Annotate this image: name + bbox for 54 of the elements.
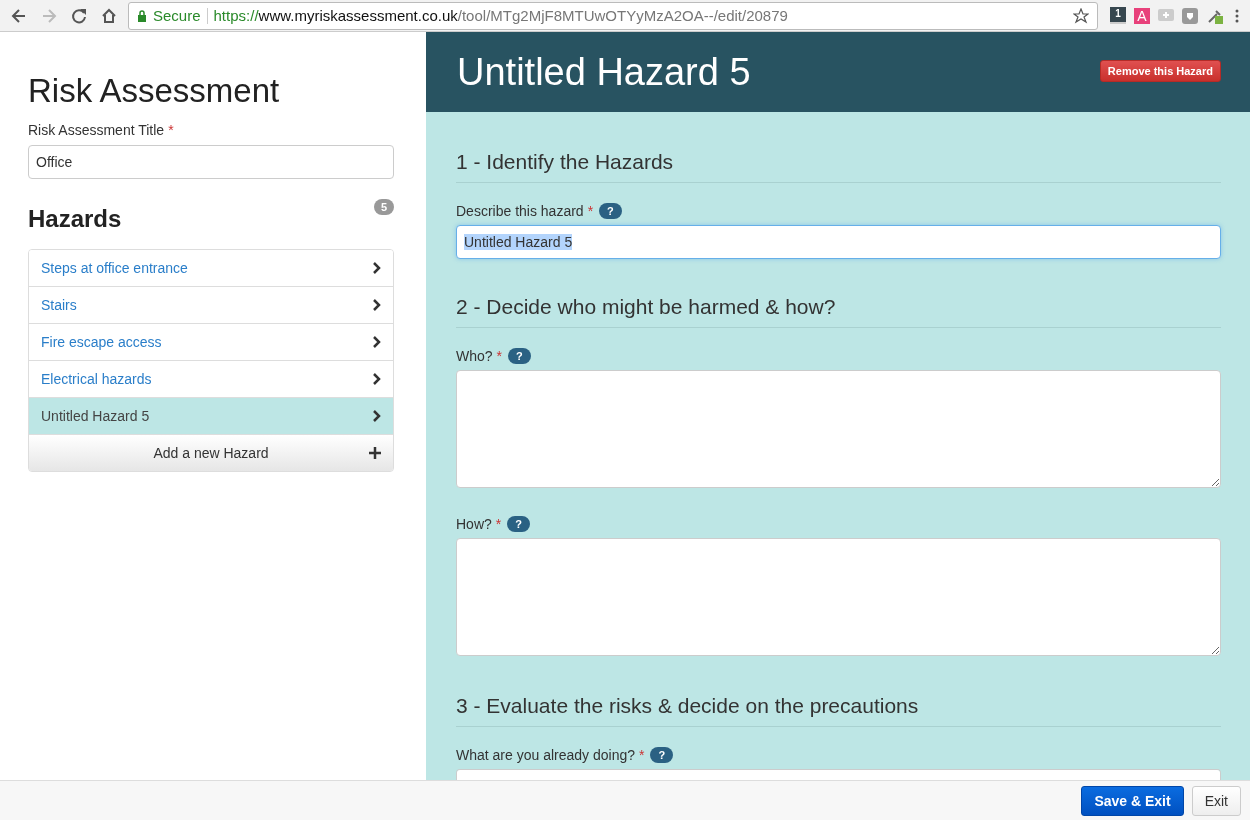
more-icon[interactable] — [1234, 7, 1240, 24]
chevron-right-icon — [372, 336, 381, 348]
hazard-link[interactable]: Stairs — [41, 297, 77, 313]
count-badge: 5 — [373, 199, 394, 215]
help-button[interactable]: ? — [599, 203, 622, 219]
reload-icon[interactable] — [70, 6, 88, 25]
field-label: What are you already doing? — [456, 747, 635, 763]
forward-icon[interactable] — [40, 6, 58, 25]
required-mark: * — [639, 747, 645, 763]
secure-label: Secure — [153, 7, 201, 24]
plus-icon[interactable] — [1158, 7, 1174, 24]
hazard-list-item[interactable]: Steps at office entrance — [29, 250, 393, 287]
field-label: How? — [456, 516, 492, 532]
field-label: Risk Assessment Title — [28, 122, 165, 138]
section-heading: 1 - Identify the Hazards — [456, 150, 1221, 183]
chevron-right-icon — [372, 262, 381, 274]
hazard-link[interactable]: Steps at office entrance — [41, 260, 188, 276]
extension-icon[interactable]: 1 — [1110, 7, 1126, 24]
help-button[interactable]: ? — [508, 348, 531, 364]
section-heading: Hazards — [28, 205, 122, 233]
back-icon[interactable] — [10, 6, 28, 25]
chevron-right-icon — [372, 410, 381, 422]
hazard-link[interactable]: Electrical hazards — [41, 371, 152, 387]
url-text: https://www.myriskassessment.co.uk/tool/MTg2MjF8MTUwOTYyMzA2OA--/edit/20879 — [213, 7, 789, 24]
chevron-right-icon — [372, 299, 381, 311]
field-label: Describe this hazard — [456, 203, 584, 219]
remove-hazard-button[interactable]: Remove this Hazard — [1099, 60, 1221, 82]
exit-button[interactable]: Exit — [1191, 785, 1241, 816]
help-button[interactable]: ? — [650, 747, 674, 763]
required-mark: * — [587, 203, 594, 219]
hazard-list-item[interactable]: Untitled Hazard 5 — [29, 398, 393, 435]
home-icon[interactable] — [100, 6, 118, 25]
plus-icon — [369, 447, 381, 459]
extension-icon[interactable]: A — [1134, 7, 1150, 24]
section-heading: 2 - Decide who might be harmed & how? — [456, 295, 1221, 328]
chevron-right-icon — [372, 373, 381, 385]
shield-icon[interactable] — [1182, 7, 1198, 24]
required-mark: * — [496, 348, 503, 364]
required-mark: * — [168, 122, 174, 138]
text-area[interactable] — [456, 769, 1221, 780]
text-field[interactable]: Untitled Hazard 5 — [456, 225, 1221, 259]
save-exit-button[interactable]: Save & Exit — [1081, 785, 1184, 816]
title-field[interactable]: Office — [28, 145, 394, 179]
hazard-title: Untitled Hazard 5 — [457, 50, 751, 94]
field-label: Who? — [456, 348, 493, 364]
help-button[interactable]: ? — [507, 516, 530, 532]
hazard-link[interactable]: Untitled Hazard 5 — [41, 408, 150, 424]
required-mark: * — [495, 516, 502, 532]
hazard-link[interactable]: Fire escape access — [41, 334, 162, 350]
section-heading: 3 - Evaluate the risks & decide on the precautions — [456, 694, 1221, 727]
lock-icon — [137, 9, 147, 22]
star-icon — [1073, 7, 1089, 24]
address-bar[interactable]: Secure https://www.myriskassessment.co.uk/tool/MTg2MjF8MTUwOTYyMzA2OA--/edit/20879 — [128, 1, 1098, 30]
page-heading: Risk Assessment — [28, 72, 281, 110]
